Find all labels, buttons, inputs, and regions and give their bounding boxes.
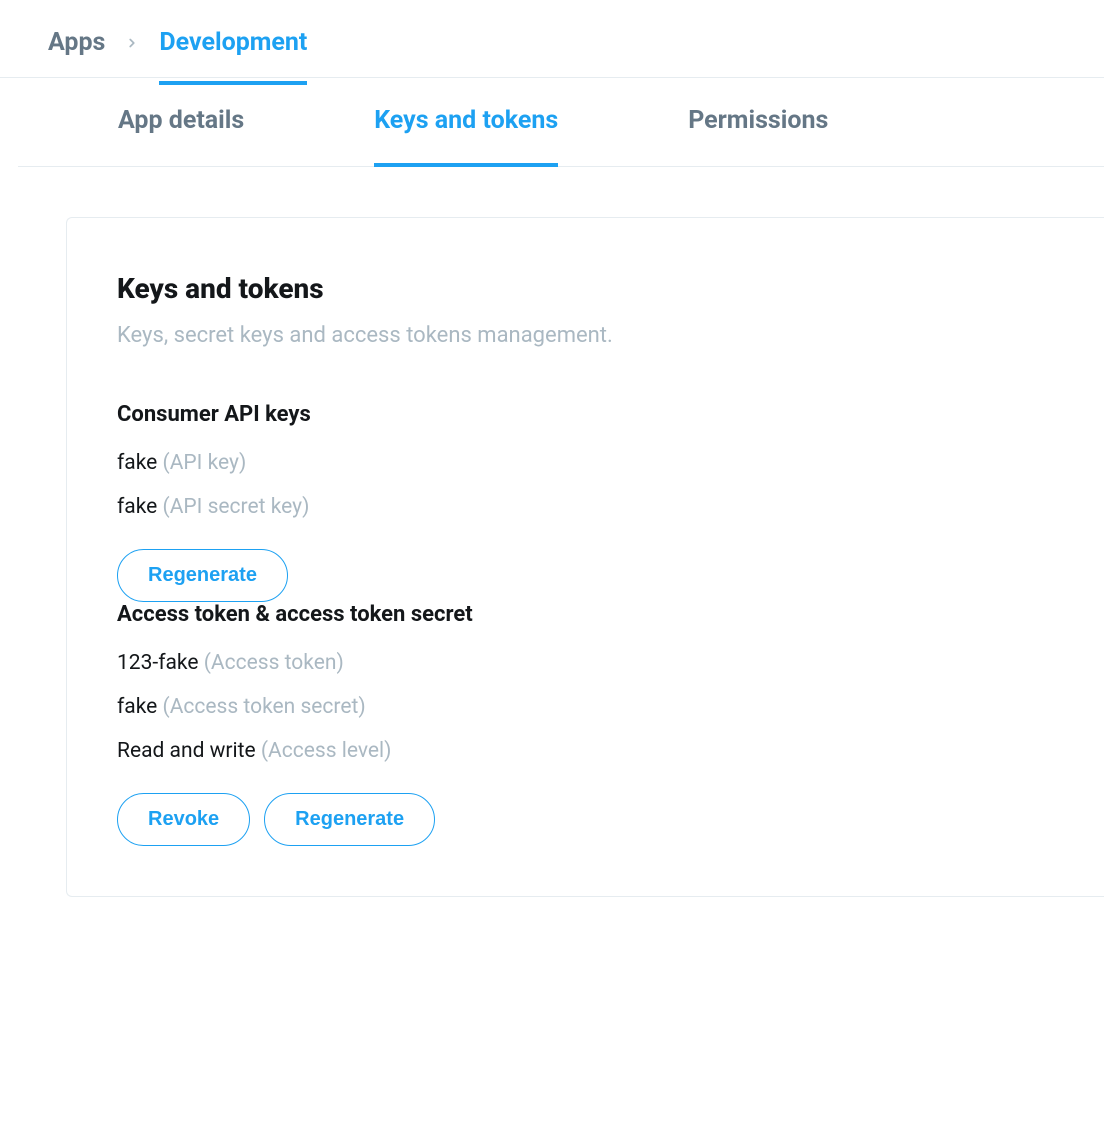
tab-app-details[interactable]: App details	[118, 78, 244, 167]
tab-permissions[interactable]: Permissions	[688, 78, 828, 167]
access-token-label: (Access token)	[204, 651, 344, 675]
revoke-button[interactable]: Revoke	[117, 793, 250, 846]
breadcrumb-development-link[interactable]: Development	[159, 28, 307, 85]
api-key-row: fake (API key)	[117, 451, 1054, 475]
access-secret-row: fake (Access token secret)	[117, 695, 1054, 719]
keys-tokens-card: Keys and tokens Keys, secret keys and ac…	[66, 217, 1104, 897]
access-level-value: Read and write	[117, 739, 256, 763]
card-subtitle: Keys, secret keys and access tokens mana…	[117, 323, 1054, 348]
access-token-value: 123-fake	[117, 651, 199, 675]
api-secret-value: fake	[117, 495, 157, 519]
breadcrumb-apps-link[interactable]: Apps	[48, 28, 105, 57]
card-title: Keys and tokens	[117, 272, 1054, 305]
access-secret-label: (Access token secret)	[163, 695, 366, 719]
access-level-label: (Access level)	[261, 739, 392, 763]
consumer-heading: Consumer API keys	[117, 402, 1054, 427]
chevron-right-icon	[125, 31, 139, 55]
breadcrumb: Apps Development	[0, 0, 1104, 78]
api-key-label: (API key)	[163, 451, 247, 475]
tabs: App details Keys and tokens Permissions	[18, 78, 1104, 167]
access-heading: Access token & access token secret	[117, 602, 1054, 627]
consumer-button-row: Regenerate	[117, 549, 1054, 602]
api-key-value: fake	[117, 451, 157, 475]
api-secret-row: fake (API secret key)	[117, 495, 1054, 519]
access-level-row: Read and write (Access level)	[117, 739, 1054, 763]
access-secret-value: fake	[117, 695, 157, 719]
access-button-row: Revoke Regenerate	[117, 793, 1054, 846]
access-token-section: Access token & access token secret 123-f…	[117, 602, 1054, 846]
tab-keys-tokens[interactable]: Keys and tokens	[374, 78, 558, 167]
regenerate-consumer-button[interactable]: Regenerate	[117, 549, 288, 602]
consumer-api-keys-section: Consumer API keys fake (API key) fake (A…	[117, 402, 1054, 602]
regenerate-access-button[interactable]: Regenerate	[264, 793, 435, 846]
access-token-row: 123-fake (Access token)	[117, 651, 1054, 675]
api-secret-label: (API secret key)	[163, 495, 310, 519]
